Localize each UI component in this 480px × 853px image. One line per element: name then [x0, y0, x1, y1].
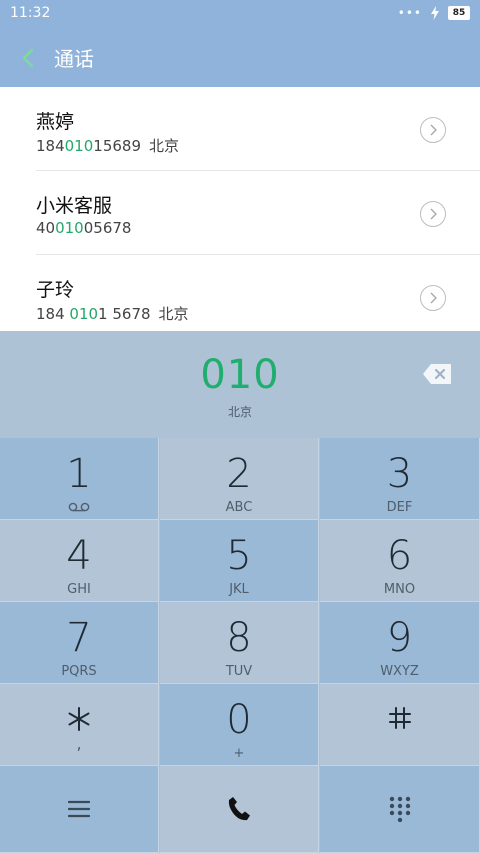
key-letters: JKL: [229, 582, 249, 597]
chevron-right-icon: [430, 124, 437, 136]
key-digit: 4: [66, 533, 92, 579]
dial-display: 010 北京: [0, 331, 480, 438]
contact-name: 小米客服: [36, 195, 113, 217]
key-digit: 6: [386, 533, 413, 579]
asterisk-icon: [68, 707, 90, 731]
status-time: 11:32: [10, 5, 51, 21]
status-icons: ••• 85: [398, 6, 470, 20]
key-letters: WXYZ: [380, 664, 419, 679]
key-6[interactable]: 6 MNO: [320, 520, 480, 602]
contact-number: 4001005678: [36, 219, 132, 237]
backspace-icon[interactable]: [422, 363, 452, 385]
contact-item[interactable]: 小米客服 4001005678: [0, 171, 480, 255]
voicemail-icon: [68, 502, 90, 512]
dialpad-icon: [389, 796, 410, 822]
key-5[interactable]: 5 JKL: [160, 520, 319, 602]
call-button[interactable]: [160, 766, 319, 853]
key-letters: PQRS: [61, 664, 97, 679]
page-title: 通话: [54, 47, 94, 71]
back-button[interactable]: [6, 28, 50, 87]
contact-location: 北京: [149, 137, 180, 155]
contact-item[interactable]: 子玲 184 0101 5678 北京: [0, 255, 480, 339]
key-1[interactable]: 1: [0, 438, 159, 520]
key-digit: 7: [66, 615, 92, 661]
dialpad-toggle-button[interactable]: [320, 766, 480, 853]
key-letters: ,: [76, 734, 82, 753]
contact-detail-button[interactable]: [420, 117, 446, 143]
title-bar: 通话: [0, 28, 480, 87]
key-digit: 5: [226, 533, 252, 579]
key-digit: 2: [226, 451, 252, 497]
dialed-number: 010: [200, 352, 280, 398]
chevron-right-icon: [430, 292, 437, 304]
battery-icon: 85: [448, 6, 470, 20]
menu-icon: [68, 800, 90, 818]
key-letters: +: [233, 746, 245, 761]
key-star[interactable]: ,: [0, 684, 159, 766]
status-bar: 11:32 ••• 85: [0, 0, 480, 28]
menu-button[interactable]: [0, 766, 159, 853]
key-letters: ABC: [225, 500, 253, 515]
key-3[interactable]: 3 DEF: [320, 438, 480, 520]
key-digit: 0: [226, 697, 252, 743]
key-letters: MNO: [383, 582, 416, 597]
contact-number: 18401015689 北京: [36, 137, 180, 155]
key-digit: 8: [226, 615, 252, 661]
key-letters: GHI: [67, 582, 91, 597]
key-digit: 9: [386, 615, 413, 661]
contact-suggestion-list: 燕婷 18401015689 北京 小米客服 4001005678 子玲 184 …: [0, 87, 480, 331]
number-region: 北京: [227, 405, 252, 419]
key-letters: TUV: [225, 664, 253, 679]
key-4[interactable]: 4 GHI: [0, 520, 159, 602]
contact-detail-button[interactable]: [420, 285, 446, 311]
key-digit: 1: [66, 451, 92, 497]
charging-icon: [431, 6, 439, 20]
key-9[interactable]: 9 WXYZ: [320, 602, 480, 684]
contact-detail-button[interactable]: [420, 201, 446, 227]
key-letters: DEF: [386, 500, 413, 515]
chevron-right-icon: [430, 208, 437, 220]
key-digit: 3: [386, 451, 413, 497]
more-dots-icon: •••: [397, 6, 422, 20]
key-2[interactable]: 2 ABC: [160, 438, 319, 520]
phone-icon: [228, 797, 250, 821]
key-7[interactable]: 7 PQRS: [0, 602, 159, 684]
contact-location: 北京: [158, 305, 189, 323]
back-chevron-icon: [22, 48, 34, 67]
contact-item[interactable]: 燕婷 18401015689 北京: [0, 87, 480, 171]
hash-icon: [388, 707, 411, 729]
contact-name: 燕婷: [36, 111, 75, 133]
dial-keypad: 1 2 ABC 3 DEF 4 GHI 5 JKL 6 MNO 7 PQRS 8…: [0, 438, 480, 853]
contact-name: 子玲: [36, 279, 75, 301]
key-0[interactable]: 0 +: [160, 684, 319, 766]
contact-number: 184 0101 5678 北京: [36, 305, 189, 323]
key-8[interactable]: 8 TUV: [160, 602, 319, 684]
key-hash[interactable]: [320, 684, 480, 766]
